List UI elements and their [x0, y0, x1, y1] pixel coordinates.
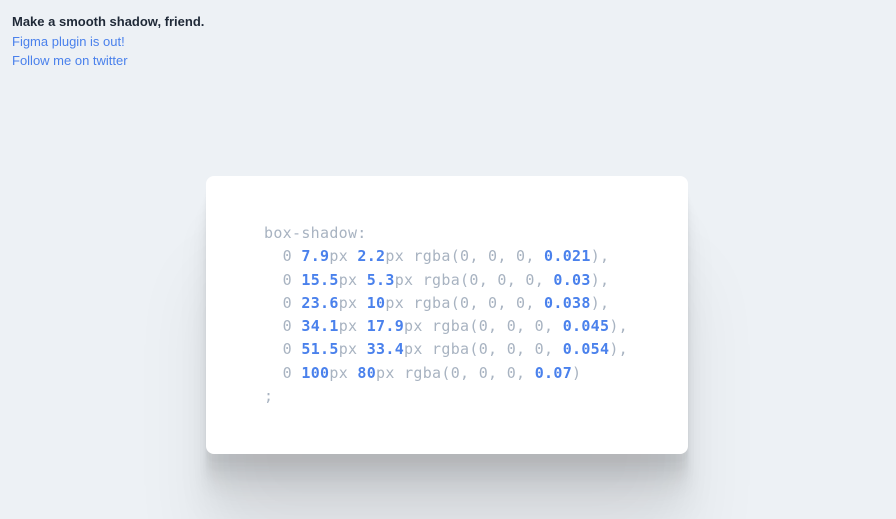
header: Make a smooth shadow, friend. Figma plug…	[12, 12, 204, 71]
link-figma-plugin[interactable]: Figma plugin is out!	[12, 32, 204, 52]
shadow-preview-card: box-shadow: 0 7.9px 2.2px rgba(0, 0, 0, …	[206, 176, 688, 454]
link-twitter[interactable]: Follow me on twitter	[12, 51, 204, 71]
page-title: Make a smooth shadow, friend.	[12, 12, 204, 32]
css-code-block: box-shadow: 0 7.9px 2.2px rgba(0, 0, 0, …	[264, 222, 630, 408]
